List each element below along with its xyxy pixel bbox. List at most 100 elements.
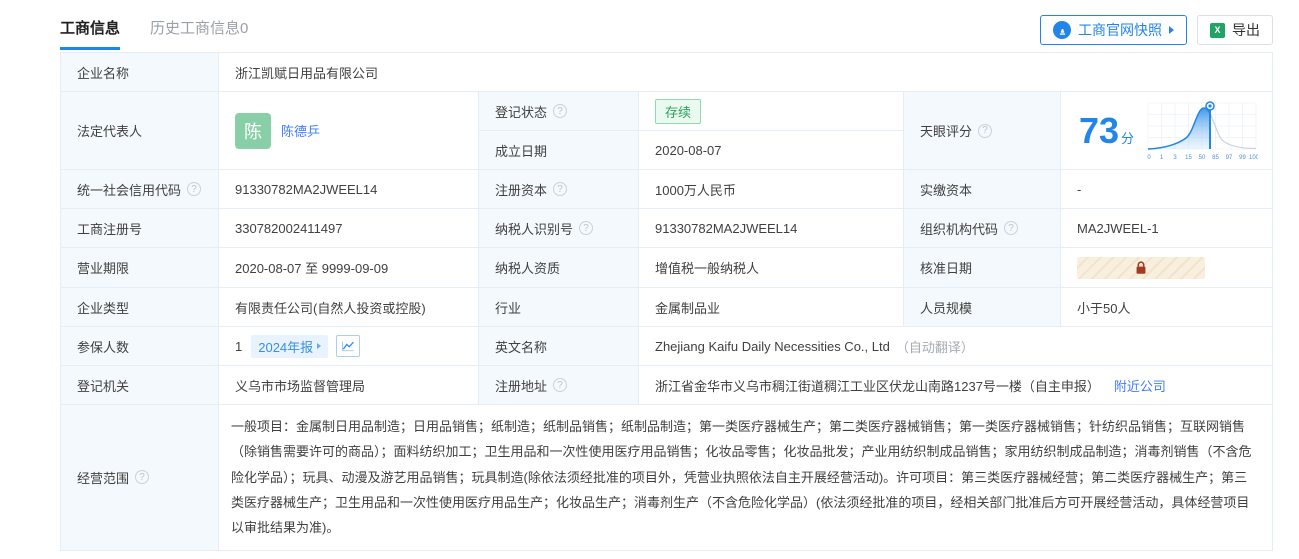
credit-code-label: 统一社会信用代码 [77, 182, 182, 198]
business-term-value-cell: 2020-08-07 至 9999-09-09 [219, 248, 479, 288]
export-button[interactable]: 导出 [1197, 15, 1273, 45]
help-icon[interactable] [553, 182, 568, 196]
org-code-label: 组织机构代码 [920, 221, 999, 237]
reg-capital-label: 注册资本 [495, 182, 548, 198]
legal-rep-label-cell: 法定代表人 [61, 92, 219, 170]
industry-label-cell: 行业 [479, 288, 639, 327]
tab-history-business-info[interactable]: 历史工商信息0 [150, 17, 248, 50]
svg-text:97: 97 [1226, 155, 1233, 161]
reg-capital-value: 1000万人民币 [655, 182, 736, 198]
tianyan-score-label-cell: 天眼评分 [904, 92, 1061, 170]
business-scope-value-cell: 一般项目：金属制日用品制造；日用品销售；纸制造；纸制品销售；纸制品制造；第一类医… [219, 405, 1273, 551]
line-chart-icon [342, 341, 355, 352]
english-name-value-cell: Zhejiang Kaifu Daily Necessities Co., Lt… [639, 327, 1273, 366]
org-code-value: MA2JWEEL-1 [1077, 220, 1159, 236]
reg-number-value-cell: 330782002411497 [219, 209, 479, 248]
industry-value-cell: 金属制品业 [639, 288, 904, 327]
score-value: 73 [1079, 109, 1120, 151]
taxpayer-quality-value-cell: 增值税一般纳税人 [639, 248, 904, 288]
reg-status-value-cell: 存续 [639, 92, 904, 131]
paid-capital-label: 实缴资本 [920, 182, 973, 198]
reg-address-label: 注册地址 [495, 378, 548, 394]
svg-text:100: 100 [1249, 155, 1258, 161]
score-unit: 分 [1121, 131, 1135, 146]
reg-address-value: 浙江省金华市义乌市稠江街道稠江工业区伏龙山南路1237号一楼（自主申报） [655, 378, 1100, 394]
company-type-label: 企业类型 [77, 300, 130, 316]
annual-report-badge[interactable]: 2024年报 [251, 334, 329, 358]
credit-code-label-cell: 统一社会信用代码 [61, 170, 219, 209]
business-info-table: 企业名称 浙江凯赋日用品有限公司 法定代表人 陈 陈德乒 登记状态 存续 天眼评… [60, 52, 1273, 551]
company-type-value: 有限责任公司(自然人投资或控股) [235, 300, 426, 316]
help-icon[interactable] [553, 378, 568, 392]
org-code-label-cell: 组织机构代码 [904, 209, 1061, 248]
insured-count-value: 1 [235, 338, 243, 354]
insured-count-value-cell: 1 2024年报 [219, 327, 479, 366]
taxpayer-id-label-cell: 纳税人识别号 [479, 209, 639, 248]
help-icon[interactable] [187, 182, 202, 196]
trend-chart-button[interactable] [336, 335, 361, 357]
taxpayer-quality-label-cell: 纳税人资质 [479, 248, 639, 288]
score-distribution-chart: 0 1 3 15 50 85 97 99 100 [1147, 100, 1258, 161]
tab-bar: 工商信息 历史工商信息0 [60, 17, 248, 50]
staff-size-label-cell: 人员规模 [904, 288, 1061, 327]
stamp-icon [1053, 21, 1071, 39]
company-name-value: 浙江凯赋日用品有限公司 [235, 65, 379, 81]
reg-address-label-cell: 注册地址 [479, 366, 639, 405]
legal-rep-label: 法定代表人 [77, 124, 143, 139]
credit-code-value-cell: 91330782MA2JWEEL14 [219, 170, 479, 209]
reg-capital-label-cell: 注册资本 [479, 170, 639, 209]
legal-rep-value-cell: 陈 陈德乒 [219, 92, 479, 170]
chevron-right-icon [317, 343, 322, 349]
company-name-label: 企业名称 [77, 65, 130, 81]
reg-number-label-cell: 工商注册号 [61, 209, 219, 248]
help-icon[interactable] [579, 221, 594, 235]
insured-count-label-cell: 参保人数 [61, 327, 219, 366]
svg-text:3: 3 [1173, 155, 1177, 161]
excel-icon [1210, 22, 1225, 38]
industry-label: 行业 [495, 300, 522, 316]
tianyan-score-cell: 73 分 0 1 3 15 50 85 97 99 100 [1061, 92, 1273, 170]
reg-authority-value: 义乌市市场监督管理局 [235, 378, 366, 394]
establish-date-value-cell: 2020-08-07 [639, 131, 904, 170]
reg-authority-value-cell: 义乌市市场监督管理局 [219, 366, 479, 405]
official-snapshot-label: 工商官网快照 [1078, 22, 1162, 38]
credit-code-value: 91330782MA2JWEEL14 [235, 181, 378, 197]
reg-number-value: 330782002411497 [235, 220, 343, 236]
official-snapshot-button[interactable]: 工商官网快照 [1040, 15, 1187, 45]
help-icon[interactable] [135, 470, 150, 485]
help-icon[interactable] [1004, 221, 1019, 235]
staff-size-value: 小于50人 [1077, 300, 1131, 316]
taxpayer-id-value: 91330782MA2JWEEL14 [655, 220, 798, 236]
header-buttons: 工商官网快照 导出 [1040, 15, 1273, 45]
help-icon[interactable] [978, 123, 993, 138]
tianyan-score-label: 天眼评分 [920, 124, 973, 139]
header: 工商信息 历史工商信息0 工商官网快照 导出 [60, 10, 1273, 50]
paid-capital-value: - [1077, 181, 1082, 197]
svg-text:15: 15 [1185, 155, 1192, 161]
svg-text:99: 99 [1239, 155, 1246, 161]
reg-authority-label-cell: 登记机关 [61, 366, 219, 405]
english-name-label: 英文名称 [495, 339, 548, 355]
business-term-label: 营业期限 [77, 261, 130, 276]
company-type-value-cell: 有限责任公司(自然人投资或控股) [219, 288, 479, 327]
business-scope-label: 经营范围 [77, 470, 130, 486]
svg-text:0: 0 [1147, 155, 1151, 161]
nearby-companies-link[interactable]: 附近公司 [1114, 376, 1166, 395]
english-name-value: Zhejiang Kaifu Daily Necessities Co., Lt… [655, 338, 890, 354]
reg-capital-value-cell: 1000万人民币 [639, 170, 904, 209]
establish-date-label: 成立日期 [495, 143, 548, 159]
taxpayer-id-value-cell: 91330782MA2JWEEL14 [639, 209, 904, 248]
paid-capital-label-cell: 实缴资本 [904, 170, 1061, 209]
help-icon[interactable] [553, 104, 568, 118]
approval-date-label-cell: 核准日期 [904, 248, 1061, 288]
reg-authority-label: 登记机关 [77, 378, 130, 394]
reg-address-value-cell: 浙江省金华市义乌市稠江街道稠江工业区伏龙山南路1237号一楼（自主申报） 附近公… [639, 366, 1273, 405]
business-term-value: 2020-08-07 至 9999-09-09 [235, 261, 389, 276]
svg-text:50: 50 [1199, 155, 1206, 161]
company-name-label-cell: 企业名称 [61, 53, 219, 92]
svg-text:1: 1 [1160, 155, 1164, 161]
tab-business-info[interactable]: 工商信息 [60, 17, 121, 50]
taxpayer-quality-label: 纳税人资质 [495, 261, 561, 276]
legal-rep-name-link[interactable]: 陈德乒 [281, 121, 320, 140]
locked-value-placeholder[interactable] [1077, 256, 1205, 279]
